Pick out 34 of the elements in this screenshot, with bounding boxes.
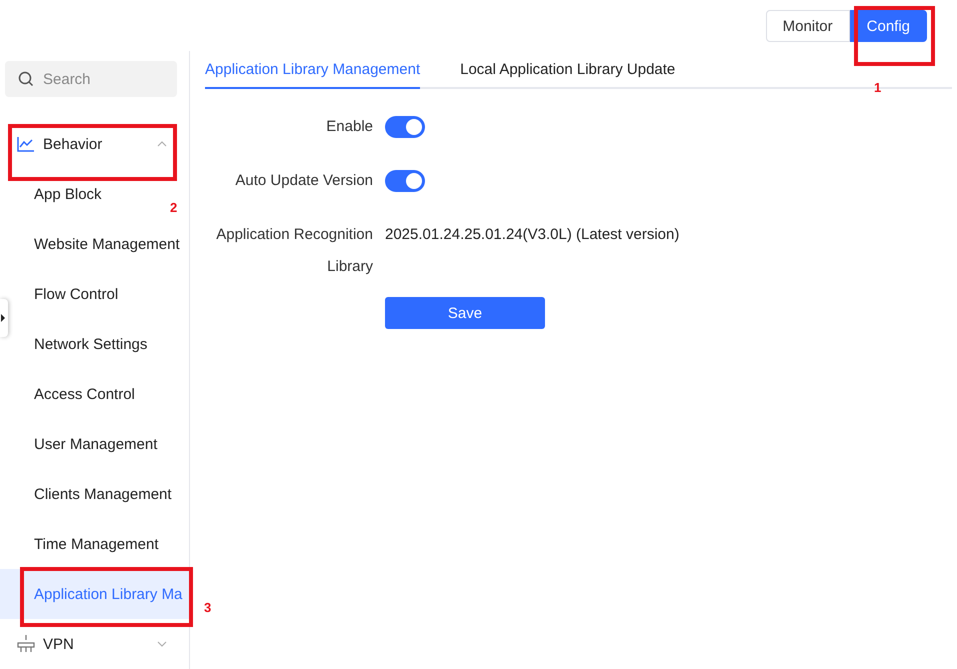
menu-group[interactable]: VPN — [0, 619, 189, 669]
menu-item[interactable]: Application Library Ma — [0, 569, 189, 619]
step-number: 3 — [204, 600, 212, 615]
mode-tab[interactable]: Monitor — [766, 10, 850, 42]
menu-item[interactable]: Network Settings — [0, 319, 152, 369]
menu-item[interactable]: Access Control — [0, 369, 139, 419]
menu-item[interactable]: App Block — [0, 169, 106, 219]
field-value: 2025.01.24.25.01.24(V3.0L) (Latest version) — [385, 225, 680, 245]
tab[interactable]: Local Application Library Update — [460, 61, 676, 89]
search-field[interactable]: Search — [5, 61, 177, 97]
menu-item[interactable]: Clients Management — [0, 469, 176, 519]
menu-group-label: VPN — [43, 636, 75, 652]
menu-item[interactable]: Website Management — [0, 219, 184, 269]
field-label: Enable — [325, 117, 373, 137]
field-label: Auto Update Version — [234, 171, 373, 191]
menu-item[interactable]: User Management — [0, 419, 162, 469]
field-label: Application Recognition Library — [215, 225, 373, 277]
save-button[interactable]: Save — [385, 297, 545, 329]
network-icon — [17, 635, 35, 653]
menu-item[interactable]: Flow Control — [0, 269, 122, 319]
line-chart-icon — [17, 136, 35, 152]
step-number: 2 — [170, 200, 178, 215]
tab[interactable]: Application Library Management — [205, 61, 420, 89]
chevron-up-icon — [157, 141, 167, 147]
menu-item[interactable]: Time Management — [0, 519, 162, 569]
step-number: 1 — [874, 80, 882, 95]
toggle-switch[interactable] — [385, 116, 425, 138]
menu-group-label: Behavior — [43, 136, 104, 152]
search-icon — [18, 71, 34, 87]
mode-tab[interactable]: Config — [850, 10, 927, 42]
collapse-handle[interactable] — [0, 299, 8, 337]
toggle-switch[interactable] — [385, 170, 425, 192]
menu-group[interactable]: Behavior — [0, 119, 189, 169]
chevron-down-icon — [157, 641, 167, 647]
